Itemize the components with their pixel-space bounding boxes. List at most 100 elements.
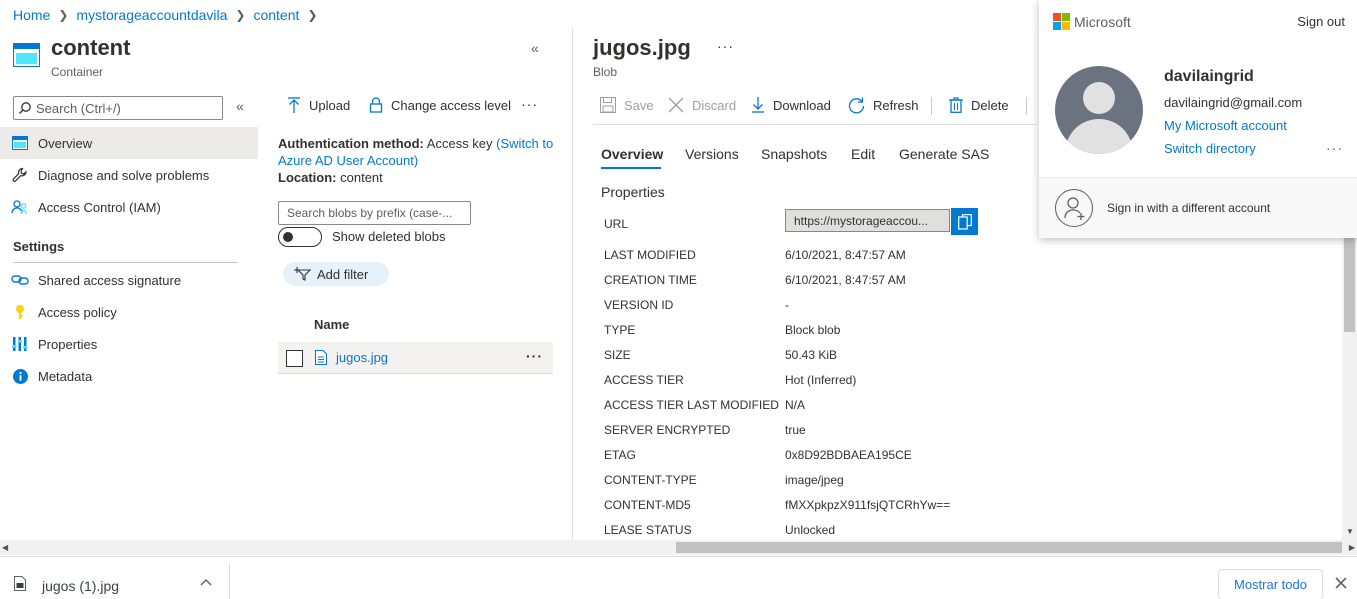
microsoft-brand-label: Microsoft [1074,13,1131,30]
menu-search-input[interactable]: Search (Ctrl+/) [13,96,223,120]
url-field[interactable]: https://mystorageaccou... [785,209,950,232]
prop-key: VERSION ID [604,298,674,312]
upload-icon [287,97,301,113]
collapse-menu-icon[interactable]: « [236,98,244,114]
switch-directory-link[interactable]: Switch directory [1164,141,1256,156]
download-icon [751,97,765,113]
column-header-name[interactable]: Name [314,317,349,332]
horizontal-scrollbar[interactable]: ◀ ▶ [0,540,1357,555]
switch-auth-link-cont[interactable]: Azure AD User Account) [278,153,418,168]
add-filter-icon [294,267,312,281]
close-icon[interactable] [1335,577,1347,589]
wrench-icon [11,166,29,184]
menu-search-placeholder: Search (Ctrl+/) [36,100,121,116]
lock-icon [369,97,383,113]
file-icon [315,350,327,365]
prop-key: ETAG [604,448,636,462]
nav-item-label: Overview [38,135,93,151]
copy-url-button[interactable] [951,208,978,235]
vertical-scrollbar[interactable]: ▼ [1342,238,1357,540]
tab-active-indicator [601,167,661,169]
settings-heading: Settings [13,239,65,254]
save-button[interactable]: Save [600,97,654,113]
refresh-button[interactable]: Refresh [848,97,919,114]
blob-name-link[interactable]: jugos.jpg [336,350,388,365]
prop-key: CONTENT-MD5 [604,498,691,512]
location-label: Location: [278,170,337,185]
more-actions-icon[interactable]: ··· [521,96,538,112]
avatar [1055,66,1143,154]
account-name: davilaingrid [1164,68,1254,85]
nav-item-shared-access-signature[interactable]: Shared access signature [0,264,258,296]
prop-key: ACCESS TIER LAST MODIFIED [604,398,779,412]
prop-value: 6/10/2021, 8:47:57 AM [785,248,906,262]
save-label: Save [624,97,654,113]
tab-generate-sas[interactable]: Generate SAS [899,146,989,162]
prop-key: CONTENT-TYPE [604,473,697,487]
file-icon [14,576,26,591]
breadcrumb-storage-account[interactable]: mystorageaccountdavila [76,7,227,23]
download-file-name[interactable]: jugos (1).jpg [42,578,119,594]
tab-edit[interactable]: Edit [851,146,875,162]
page-title: content [51,35,131,60]
change-access-level-button[interactable]: Change access level [369,97,511,113]
scroll-down-arrow-icon[interactable]: ▼ [1346,527,1354,536]
nav-item-label: Shared access signature [38,272,182,288]
chevron-up-icon[interactable] [200,578,212,586]
tab-snapshots[interactable]: Snapshots [761,146,827,162]
overview-icon [11,134,29,152]
download-divider [229,563,230,599]
upload-button[interactable]: Upload [287,97,350,113]
chevron-right-icon: ❯ [235,8,246,22]
container-icon [13,43,40,67]
blob-more-icon[interactable]: ··· [717,38,734,54]
table-row[interactable]: jugos.jpg ··· [278,342,553,374]
row-checkbox[interactable] [286,350,303,367]
add-filter-label: Add filter [317,266,369,282]
prop-value: fMXXpkpzX911fsjQTCRhYw== [785,498,951,512]
blob-title: jugos.jpg [593,35,691,60]
my-microsoft-account-link[interactable]: My Microsoft account [1164,118,1287,133]
prop-value: N/A [785,398,806,412]
search-blobs-input[interactable]: Search blobs by prefix (case-... [278,201,471,225]
prop-value: Hot (Inferred) [785,373,857,387]
horizontal-scrollbar-thumb[interactable] [676,542,1342,553]
tab-overview[interactable]: Overview [601,146,663,162]
download-button[interactable]: Download [751,97,831,113]
row-more-icon[interactable]: ··· [526,348,543,364]
chevron-right-icon: ❯ [307,8,318,22]
nav-item-properties[interactable]: Properties [0,328,258,360]
account-more-icon[interactable]: ··· [1326,140,1343,156]
nav-item-access-policy[interactable]: Access policy [0,296,258,328]
auth-method-label: Authentication method: [278,136,424,151]
delete-button[interactable]: Delete [949,97,1009,113]
scroll-right-arrow-icon[interactable]: ▶ [1349,543,1355,552]
breadcrumb-home[interactable]: Home [13,7,50,23]
sign-out-button[interactable]: Sign out [1297,14,1345,29]
nav-item-iam[interactable]: Access Control (IAM) [0,191,258,223]
toolbar-divider [1026,97,1027,115]
location-value: content [340,170,383,185]
show-all-downloads-button[interactable]: Mostrar todo [1218,569,1323,599]
collapse-blade-icon[interactable]: « [531,40,539,56]
vertical-scrollbar-thumb[interactable] [1344,238,1355,332]
account-email: davilaingrid@gmail.com [1164,95,1303,110]
tab-versions[interactable]: Versions [685,146,739,162]
breadcrumb-container[interactable]: content [253,7,299,23]
download-bar: jugos (1).jpg Mostrar todo [0,556,1357,599]
add-filter-button[interactable]: Add filter [283,262,389,286]
show-deleted-toggle[interactable] [278,227,322,247]
switch-auth-link[interactable]: (Switch to [496,136,553,151]
scroll-left-arrow-icon[interactable]: ◀ [2,543,8,552]
search-icon [19,102,31,114]
discard-button[interactable]: Discard [668,97,736,113]
nav-item-metadata[interactable]: Metadata [0,360,258,392]
sign-in-different-account-button[interactable]: Sign in with a different account [1039,177,1357,238]
nav-item-diagnose[interactable]: Diagnose and solve problems [0,159,258,191]
nav-item-overview[interactable]: Overview [0,127,258,159]
refresh-label: Refresh [873,98,919,113]
divider [13,262,238,263]
auth-method-value: Access key [426,136,493,151]
prop-value: Block blob [785,323,841,337]
copy-icon [957,213,972,230]
